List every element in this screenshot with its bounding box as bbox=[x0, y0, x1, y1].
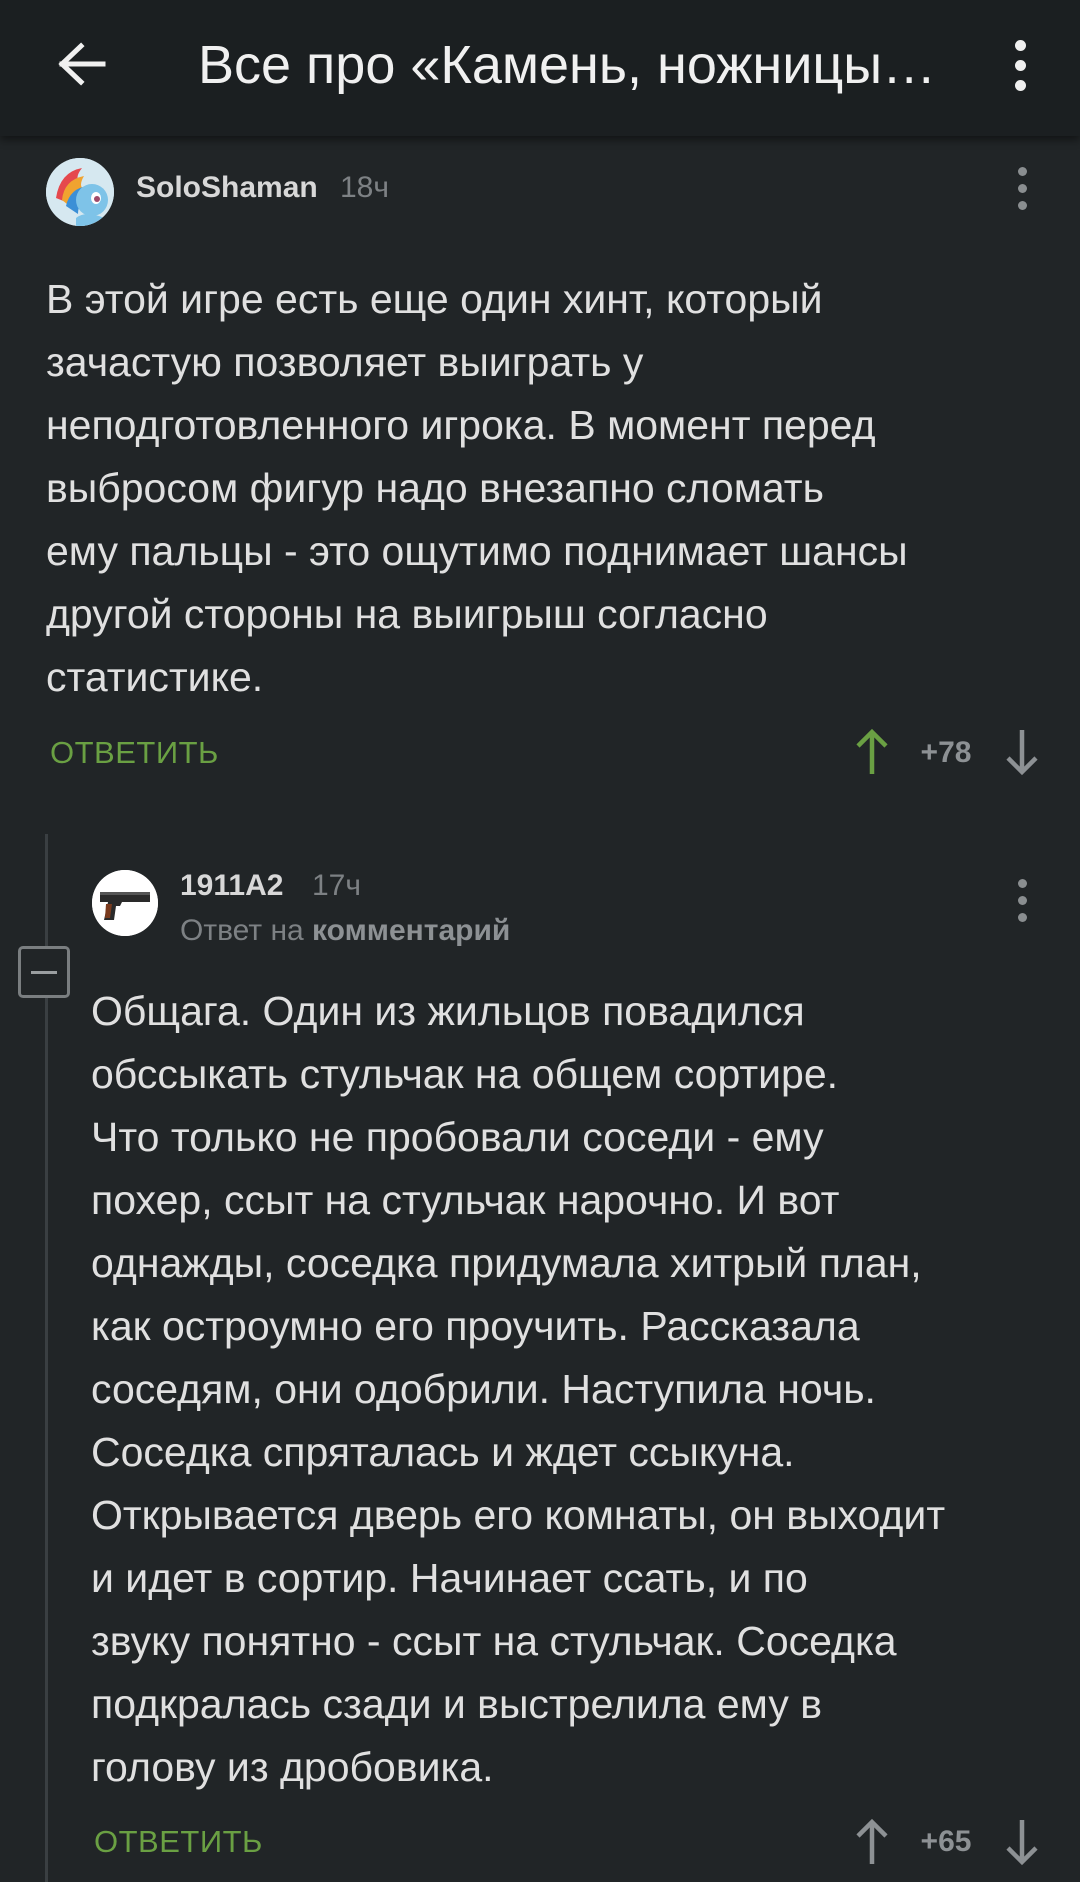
downvote-button[interactable] bbox=[998, 1812, 1046, 1872]
comment-line: Соседка спряталась и ждет ссыкуна. bbox=[91, 1429, 795, 1475]
more-vert-icon bbox=[1017, 166, 1027, 210]
avatar[interactable] bbox=[46, 158, 114, 226]
arrow-down-icon bbox=[1006, 1820, 1038, 1866]
comment-time: 18ч bbox=[340, 171, 389, 204]
upvote-button[interactable] bbox=[848, 1812, 896, 1872]
more-vert-icon bbox=[1014, 39, 1026, 91]
comment-line: и идет в сортир. Начинает ссать, и по bbox=[91, 1555, 808, 1601]
comment-time: 17ч bbox=[312, 869, 361, 902]
comment-body: Общага. Один из жильцов повадился обссык… bbox=[91, 980, 945, 1799]
arrow-up-icon bbox=[856, 1818, 888, 1864]
pistol-avatar-icon bbox=[92, 870, 158, 936]
comment-menu-button[interactable] bbox=[997, 870, 1047, 930]
arrow-up-icon bbox=[856, 728, 888, 774]
comment-body: В этой игре есть еще один хинт, который … bbox=[46, 268, 908, 709]
comment-line: похер, ссыт на стульчак нарочно. И вот bbox=[91, 1177, 840, 1223]
comment-line: статистике. bbox=[46, 654, 264, 700]
collapse-thread-button[interactable] bbox=[18, 946, 70, 998]
reply-to-prefix: Ответ на bbox=[180, 914, 304, 947]
minus-icon bbox=[31, 970, 57, 974]
comment-line: соседям, они одобрили. Наступила ночь. bbox=[91, 1366, 876, 1412]
pony-avatar-icon bbox=[46, 158, 114, 226]
comment-line: как остроумно его проучить. Рассказала bbox=[91, 1303, 860, 1349]
reply-to-line: Ответ на комментарий bbox=[180, 911, 510, 951]
app-bar: Все про «Камень, ножницы… bbox=[0, 0, 1080, 136]
comment-line: В этой игре есть еще один хинт, который bbox=[46, 276, 823, 322]
comment-line: Открывается дверь его комнаты, он выходи… bbox=[91, 1492, 946, 1538]
comment-line: звуку понятно - ссыт на стульчак. Соседк… bbox=[91, 1618, 897, 1664]
page-title: Все про «Камень, ножницы… bbox=[198, 35, 937, 95]
back-button[interactable] bbox=[50, 32, 114, 96]
comment-username[interactable]: SoloShaman bbox=[136, 168, 318, 208]
comment-line: Общага. Один из жильцов повадился bbox=[91, 988, 805, 1034]
more-options-button[interactable] bbox=[990, 30, 1050, 100]
comment-score: +78 bbox=[920, 736, 972, 769]
comment-line: голову из дробовика. bbox=[91, 1744, 494, 1790]
comment-line: неподготовленного игрока. В момент перед bbox=[46, 402, 876, 448]
comment-username[interactable]: 1911A2 bbox=[180, 866, 283, 906]
upvote-button[interactable] bbox=[848, 722, 896, 782]
more-vert-icon bbox=[1017, 878, 1027, 922]
comment-line: выбросом фигур надо внезапно сломать bbox=[46, 465, 824, 511]
comment-line: подкралась сзади и выстрелила ему в bbox=[91, 1681, 822, 1727]
avatar[interactable] bbox=[92, 870, 158, 936]
arrow-down-icon bbox=[1006, 730, 1038, 776]
comment-score: +65 bbox=[920, 1825, 972, 1858]
comment-line: ему пальцы - это ощутимо поднимает шансы bbox=[46, 528, 908, 574]
comment-menu-button[interactable] bbox=[997, 158, 1047, 218]
comment-line: зачастую позволяет выиграть у bbox=[46, 339, 644, 385]
comment-line: Что только не пробовали соседи - ему bbox=[91, 1114, 824, 1160]
comment-line: другой стороны на выигрыш согласно bbox=[46, 591, 768, 637]
comment-line: обссыкать стульчак на общем сортире. bbox=[91, 1051, 839, 1097]
arrow-left-icon bbox=[58, 42, 106, 86]
comment-line: однажды, соседка придумала хитрый план, bbox=[91, 1240, 922, 1286]
reply-button[interactable]: ОТВЕТИТЬ bbox=[94, 1822, 263, 1862]
downvote-button[interactable] bbox=[998, 722, 1046, 782]
reply-to-link[interactable]: комментарий bbox=[312, 914, 510, 947]
reply-button[interactable]: ОТВЕТИТЬ bbox=[50, 733, 219, 773]
